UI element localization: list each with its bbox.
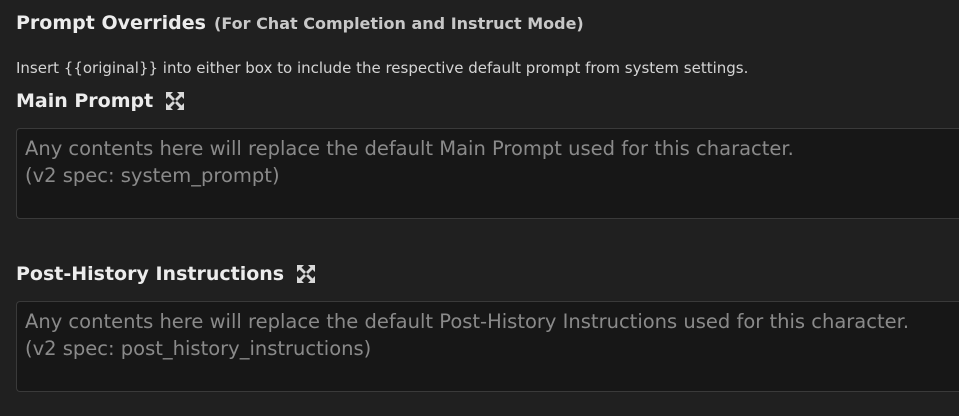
section-subtitle: (For Chat Completion and Instruct Mode) <box>214 14 584 33</box>
main-prompt-textarea[interactable]: Any contents here will replace the defau… <box>16 128 959 219</box>
expand-arrows-icon[interactable] <box>165 91 185 111</box>
post-history-label: Post-History Instructions <box>16 263 285 285</box>
section-header: Prompt Overrides (For Chat Completion an… <box>16 12 584 34</box>
help-text: Insert {{original}} into either box to i… <box>16 59 749 77</box>
post-history-label-row: Post-History Instructions <box>16 263 316 285</box>
section-title: Prompt Overrides <box>16 12 206 34</box>
post-history-textarea[interactable]: Any contents here will replace the defau… <box>16 301 959 392</box>
main-prompt-label-row: Main Prompt <box>16 90 185 112</box>
expand-arrows-icon[interactable] <box>296 264 316 284</box>
main-prompt-label: Main Prompt <box>16 90 154 112</box>
prompt-overrides-panel: Prompt Overrides (For Chat Completion an… <box>0 0 959 416</box>
